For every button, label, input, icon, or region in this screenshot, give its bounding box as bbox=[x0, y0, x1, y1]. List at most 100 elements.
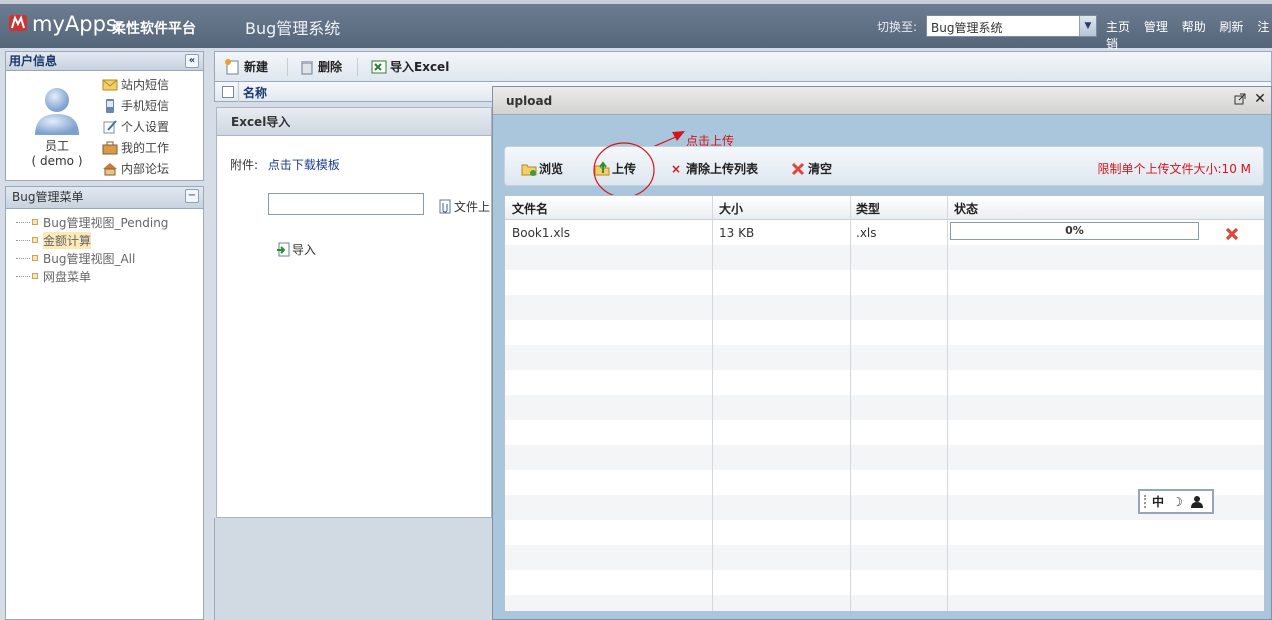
excel-icon bbox=[371, 60, 387, 73]
briefcase-icon bbox=[102, 141, 118, 154]
file-upload-button[interactable]: 文件上 bbox=[439, 198, 490, 215]
new-document-icon bbox=[225, 58, 239, 74]
chevron-down-icon[interactable]: ▼ bbox=[1079, 16, 1096, 36]
menu-item-bug-all[interactable]: Bug管理视图_All bbox=[16, 249, 203, 267]
tree-node-icon bbox=[32, 237, 38, 243]
table-row-stripe bbox=[505, 520, 1264, 545]
clear-all-button[interactable]: 清空 bbox=[790, 160, 832, 177]
menu-item-bug-pending[interactable]: Bug管理视图_Pending bbox=[16, 213, 203, 231]
toolbar-divider bbox=[357, 58, 358, 76]
table-row-stripe bbox=[505, 420, 1264, 445]
link-sms[interactable]: 手机短信 bbox=[102, 95, 169, 116]
delete-row-icon[interactable] bbox=[1224, 226, 1240, 242]
upload-dialog-header: upload ✕ bbox=[493, 87, 1271, 115]
minimize-icon[interactable]: − bbox=[185, 189, 199, 203]
download-template-link[interactable]: 点击下载模板 bbox=[268, 158, 340, 172]
attachment-row: 附件: 点击下载模板 bbox=[230, 156, 340, 173]
system-title: Bug管理系统 bbox=[245, 19, 341, 38]
clear-upload-list-button[interactable]: × 清除上传列表 bbox=[668, 160, 758, 177]
table-row-stripe bbox=[505, 445, 1264, 470]
system-switch-value: Bug管理系统 bbox=[931, 21, 1003, 35]
bug-menu-title: Bug管理菜单 bbox=[12, 190, 84, 204]
user-display-name: 员工 bbox=[44, 139, 69, 153]
bug-menu-panel: Bug管理菜单 − Bug管理视图_Pending 金额计算 Bug管理视图_A… bbox=[5, 186, 204, 620]
home-icon bbox=[103, 162, 117, 175]
file-table-header: 文件名 大小 类型 状态 bbox=[505, 196, 1264, 220]
popout-icon[interactable] bbox=[1234, 93, 1246, 105]
user-icon bbox=[1190, 496, 1203, 508]
upload-dialog-title: upload bbox=[506, 94, 553, 108]
close-icon[interactable]: ✕ bbox=[1253, 92, 1267, 106]
top-banner: myApps 柔性软件平台 Bug管理系统 切换至: Bug管理系统 ▼ 主页 … bbox=[0, 0, 1272, 51]
link-inbox[interactable]: 站内短信 bbox=[102, 74, 169, 95]
tree-node-icon bbox=[32, 273, 38, 279]
upload-file-table: 文件名 大小 类型 状态 Book1.xls 13 KB .xls 0% bbox=[504, 195, 1265, 612]
select-all-checkbox[interactable] bbox=[222, 86, 234, 98]
red-x-icon bbox=[791, 162, 805, 175]
user-info-title: 用户信息 bbox=[9, 54, 58, 68]
tree-node-icon bbox=[32, 255, 38, 261]
column-header-type: 类型 bbox=[856, 202, 881, 216]
table-row-stripe bbox=[505, 345, 1264, 370]
user-account: ( demo ) bbox=[31, 154, 83, 168]
link-forum[interactable]: 内部论坛 bbox=[102, 158, 169, 179]
myapps-logo-icon bbox=[9, 15, 27, 31]
tree-node-icon bbox=[32, 219, 38, 225]
collapse-icon[interactable]: « bbox=[185, 54, 199, 68]
menu-item-amount-calc[interactable]: 金额计算 bbox=[16, 231, 203, 249]
table-row-stripe bbox=[505, 545, 1264, 570]
mobile-phone-icon bbox=[106, 98, 114, 113]
menu-tree: Bug管理视图_Pending 金额计算 Bug管理视图_All 网盘菜单 bbox=[6, 209, 203, 285]
file-size-cell: 13 KB bbox=[719, 226, 755, 240]
remove-icon: × bbox=[670, 161, 682, 176]
ime-toolbar[interactable]: 中 ☽ bbox=[1138, 489, 1214, 514]
table-row-stripe bbox=[505, 245, 1264, 270]
ime-language: 中 bbox=[1152, 495, 1165, 509]
upload-size-limit: 限制单个上传文件大小:10 M bbox=[1097, 162, 1251, 176]
new-button[interactable]: 新建 bbox=[225, 58, 268, 75]
excel-import-panel: Excel导入 附件: 点击下载模板 文件上 导入 bbox=[216, 107, 492, 518]
table-row-stripe bbox=[505, 395, 1264, 420]
table-row-stripe bbox=[505, 295, 1264, 320]
link-my-work[interactable]: 我的工作 bbox=[102, 137, 169, 158]
table-row-stripe bbox=[505, 370, 1264, 395]
excel-import-title: Excel导入 bbox=[217, 108, 491, 136]
delete-button[interactable]: 删除 bbox=[299, 58, 342, 75]
brand-subtitle: 柔性软件平台 bbox=[112, 21, 196, 37]
import-excel-button[interactable]: 导入Excel bbox=[371, 58, 449, 75]
main-toolbar: 新建 删除 导入Excel bbox=[214, 51, 1272, 81]
column-header-status: 状态 bbox=[954, 202, 979, 216]
nav-refresh-link[interactable]: 刷新 bbox=[1220, 20, 1244, 34]
file-name-cell: Book1.xls bbox=[512, 226, 571, 240]
system-switch-select[interactable]: Bug管理系统 ▼ bbox=[926, 15, 1097, 37]
browse-button[interactable]: 浏览 bbox=[521, 160, 563, 177]
table-row-stripe bbox=[505, 595, 1264, 611]
top-nav: 主页 管理 帮助 刷新 注销 bbox=[1106, 18, 1272, 52]
brand-name: myApps bbox=[32, 12, 117, 36]
nav-home-link[interactable]: 主页 bbox=[1106, 20, 1130, 34]
file-type-cell: .xls bbox=[856, 226, 877, 240]
drag-handle-icon[interactable] bbox=[1144, 495, 1147, 508]
user-links: 站内短信 手机短信 个人设置 我的工作 内部论坛 bbox=[102, 74, 169, 179]
edit-icon bbox=[103, 119, 117, 133]
avatar bbox=[35, 88, 79, 135]
user-name: 员工 ( demo ) bbox=[22, 139, 92, 169]
file-path-input[interactable] bbox=[268, 193, 424, 215]
column-header-filename: 文件名 bbox=[512, 202, 549, 216]
menu-item-netdisk[interactable]: 网盘菜单 bbox=[16, 267, 203, 285]
import-icon bbox=[277, 242, 290, 257]
switch-label: 切换至: bbox=[877, 20, 918, 34]
nav-help-link[interactable]: 帮助 bbox=[1182, 20, 1206, 34]
upload-progress-bar: 0% bbox=[950, 222, 1199, 240]
nav-admin-link[interactable]: 管理 bbox=[1144, 20, 1168, 34]
attachment-label: 附件: bbox=[230, 158, 259, 172]
link-personal-settings[interactable]: 个人设置 bbox=[102, 116, 169, 137]
user-info-panel: 用户信息 « 员工 ( demo ) 站内短信 手机短信 个人设置 我的工作 内… bbox=[5, 51, 204, 181]
main-lower-area bbox=[214, 518, 494, 620]
table-row-stripe bbox=[505, 320, 1264, 345]
table-row-stripe bbox=[505, 270, 1264, 295]
folder-add-icon bbox=[521, 164, 537, 176]
column-header-name[interactable]: 名称 bbox=[243, 84, 267, 101]
import-button[interactable]: 导入 bbox=[276, 241, 316, 258]
table-row-stripe bbox=[505, 570, 1264, 595]
